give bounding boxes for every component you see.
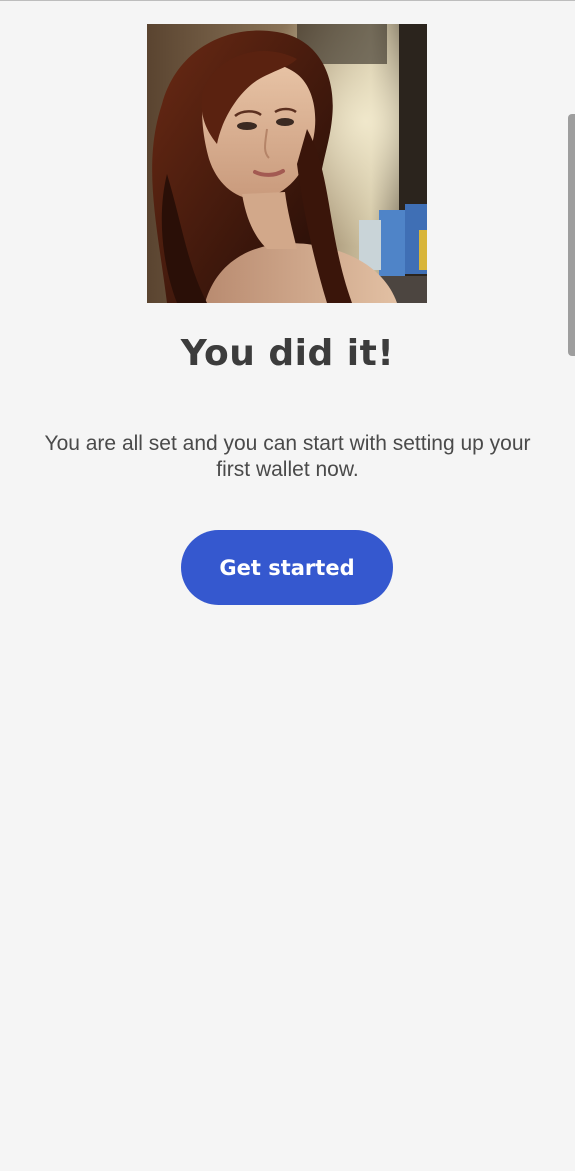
celebration-image [147, 24, 427, 303]
get-started-button[interactable]: Get started [181, 530, 393, 605]
success-screen: You did it! You are all set and you can … [0, 0, 575, 1171]
top-divider [0, 0, 575, 1]
success-title: You did it! [180, 333, 395, 374]
success-message: You are all set and you can start with s… [44, 432, 531, 481]
scrollbar[interactable] [568, 114, 575, 356]
